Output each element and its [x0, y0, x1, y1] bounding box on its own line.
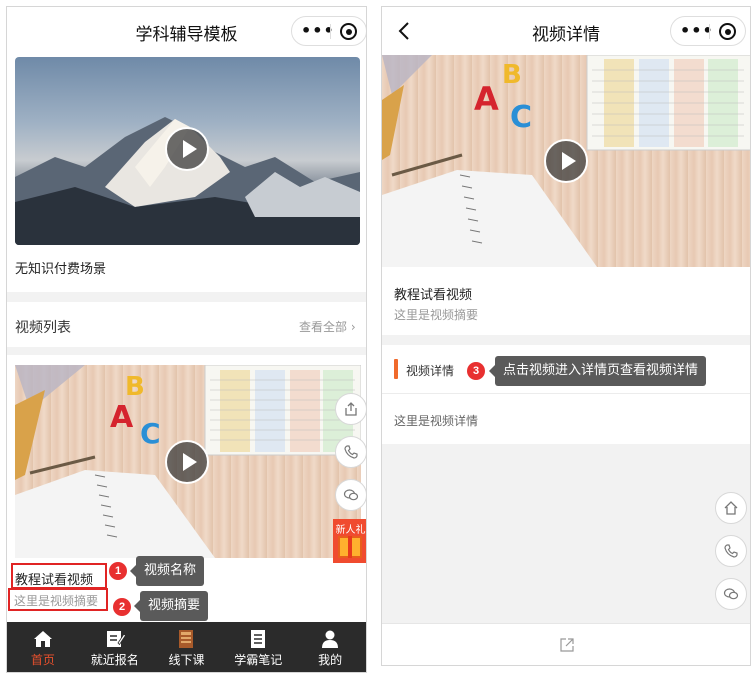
home-button[interactable] [715, 492, 747, 524]
play-icon[interactable] [165, 127, 209, 171]
gift-box-icon [338, 536, 362, 558]
tab-bar: 首页 就近报名 线下课 学霸笔记 我的 [7, 622, 366, 672]
wechat-icon [723, 588, 739, 600]
svg-text:B: B [502, 60, 522, 90]
wechat-button[interactable] [715, 578, 747, 610]
svg-text:A: A [474, 80, 499, 118]
video-player[interactable]: B A C [382, 55, 750, 267]
form-edit-icon [106, 631, 126, 647]
tab-offline-course[interactable]: 线下课 [151, 622, 223, 672]
chevron-right-icon: › [350, 320, 356, 334]
tab-mine[interactable]: 我的 [294, 622, 366, 672]
navbar: 视频详情 ••• [382, 7, 750, 55]
notes-icon [251, 630, 266, 648]
tab-label-signup: 就近报名 [90, 653, 139, 667]
annotation-tip-3: 点击视频进入详情页查看视频详情 [488, 356, 707, 386]
annotation-tip-1: 视频名称 [129, 556, 205, 586]
phone-icon [344, 445, 358, 459]
annotation-badge-2: 2 [113, 598, 131, 616]
tab-label-notes: 学霸笔记 [234, 653, 283, 667]
video-name: 教程试看视频 [394, 288, 473, 303]
capsule-divider [709, 24, 710, 39]
user-icon [322, 630, 339, 648]
home-icon [724, 501, 738, 515]
share-button[interactable] [335, 393, 366, 425]
home-screen: 学科辅导模板 ••• 无知识付费场景 视频列表 查看全部 › B A C 新人礼… [6, 6, 367, 673]
detail-tab-label[interactable]: 视频详情 [406, 362, 454, 379]
video-list-title: 视频列表 [15, 320, 71, 336]
play-icon[interactable] [165, 440, 209, 484]
home-icon [33, 631, 52, 647]
svg-text:B: B [125, 372, 145, 402]
tab-notes[interactable]: 学霸笔记 [222, 622, 294, 672]
tab-label-mine: 我的 [318, 653, 343, 667]
video-summary: 这里是视频摘要 [394, 308, 479, 322]
view-all-label: 查看全部 [299, 320, 348, 334]
wechat-icon [343, 489, 359, 501]
section-divider [382, 335, 750, 345]
top-video[interactable] [15, 57, 360, 245]
target-icon[interactable] [719, 23, 736, 40]
video-name[interactable]: 教程试看视频 [15, 569, 93, 588]
top-video-caption: 无知识付费场景 [15, 262, 107, 277]
view-all-link[interactable]: 查看全部 › [299, 318, 356, 335]
new-user-gift[interactable]: 新人礼 [333, 519, 366, 563]
tab-home[interactable]: 首页 [7, 622, 79, 672]
bottom-action-bar [382, 623, 750, 665]
detail-content: 这里是视频详情 [394, 414, 479, 428]
svg-text:C: C [510, 100, 532, 135]
capsule-menu: ••• [670, 16, 746, 46]
wechat-button[interactable] [335, 479, 366, 511]
tab-label-offline-course: 线下课 [168, 653, 205, 667]
detail-tab-indicator [394, 359, 398, 379]
annotation-badge-3: 3 [467, 362, 485, 380]
play-icon[interactable] [544, 139, 588, 183]
video-summary: 这里是视频摘要 [14, 594, 99, 608]
book-icon [179, 630, 194, 648]
phone-icon [724, 544, 738, 558]
gift-label: 新人礼 [335, 525, 366, 536]
detail-divider [382, 393, 750, 394]
capsule-menu: ••• [291, 16, 366, 46]
tab-label-home: 首页 [30, 653, 55, 667]
tab-signup[interactable]: 就近报名 [79, 622, 151, 672]
annotation-badge-1: 1 [109, 562, 127, 580]
phone-button[interactable] [335, 436, 366, 468]
section-divider [7, 292, 366, 302]
capsule-divider [330, 24, 331, 39]
annotation-tip-2: 视频摘要 [133, 591, 209, 621]
video-list-item-thumbnail[interactable]: B A C [15, 365, 361, 558]
section-divider [7, 347, 366, 355]
video-detail-screen: 视频详情 ••• B A C 教程试看视频 这里是视频摘要 视频详情 3 点击视… [381, 6, 751, 666]
target-icon[interactable] [340, 23, 357, 40]
edit-share-icon[interactable] [559, 637, 575, 653]
share-icon [345, 402, 357, 416]
empty-area [382, 444, 750, 624]
svg-text:C: C [140, 417, 161, 450]
navbar: 学科辅导模板 ••• [7, 7, 366, 55]
svg-text:A: A [110, 400, 134, 435]
phone-button[interactable] [715, 535, 747, 567]
